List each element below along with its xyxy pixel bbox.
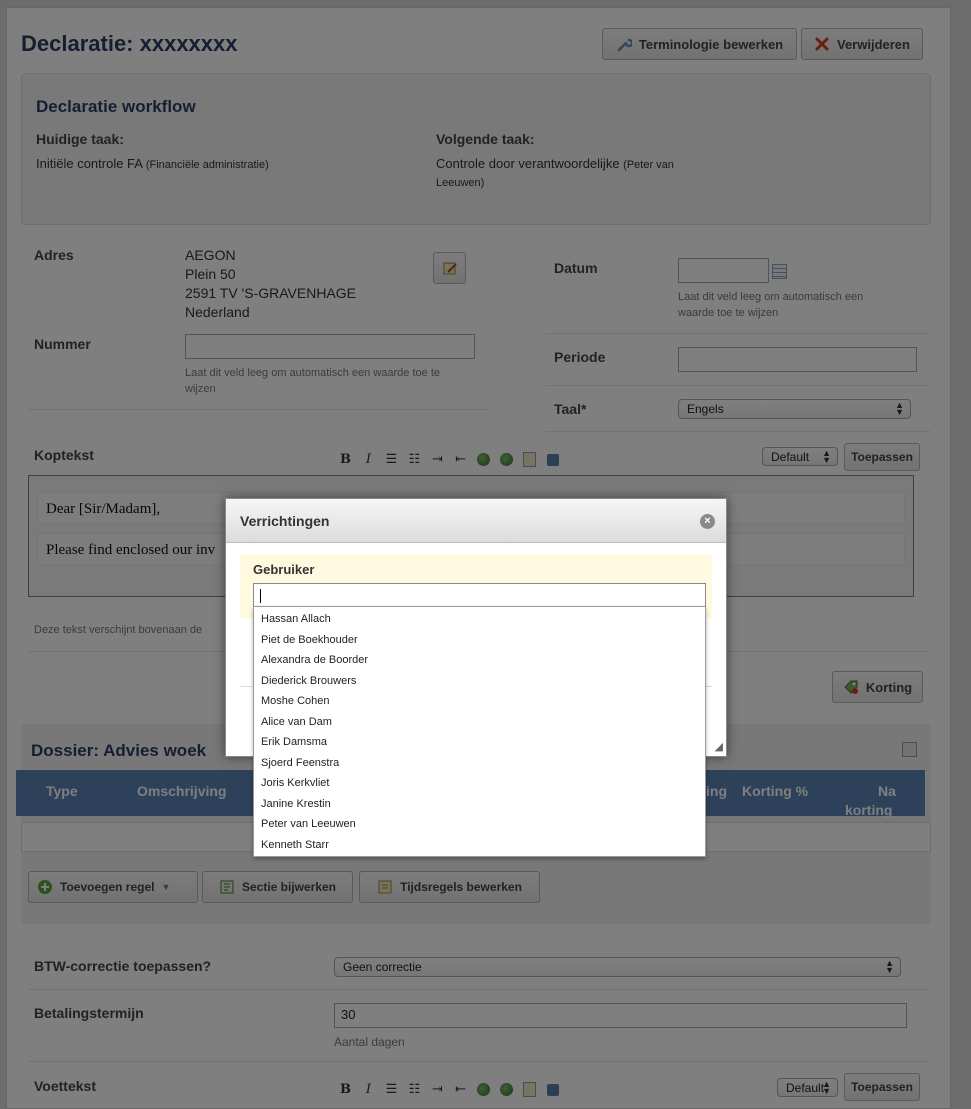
close-icon[interactable]: ×	[700, 514, 715, 529]
resize-handle-icon[interactable]: ◢	[715, 740, 723, 753]
list-item[interactable]: Janine Krestin	[261, 794, 331, 814]
user-field-label: Gebruiker	[253, 562, 315, 577]
list-item[interactable]: Alexandra de Boorder	[261, 650, 368, 670]
list-item[interactable]: Joris Kerkvliet	[261, 773, 329, 793]
dialog-title: Verrichtingen	[240, 513, 330, 529]
list-item[interactable]: Hassan Allach	[261, 609, 331, 629]
dialog-header: Verrichtingen ×	[226, 499, 726, 543]
user-search-input[interactable]	[253, 583, 706, 607]
list-item[interactable]: Sjoerd Feenstra	[261, 753, 339, 773]
list-item[interactable]: Alice van Dam	[261, 712, 332, 732]
list-item[interactable]: Piet de Boekhouder	[261, 630, 358, 650]
list-item[interactable]: Erik Damsma	[261, 732, 327, 752]
list-item[interactable]: Kenneth Starr	[261, 835, 329, 855]
text-cursor	[260, 588, 261, 603]
list-item[interactable]: Peter van Leeuwen	[261, 814, 356, 834]
list-item[interactable]: Diederick Brouwers	[261, 671, 356, 691]
list-item[interactable]: Moshe Cohen	[261, 691, 330, 711]
user-autocomplete-list: Hassan Allach Piet de Boekhouder Alexand…	[253, 606, 706, 857]
